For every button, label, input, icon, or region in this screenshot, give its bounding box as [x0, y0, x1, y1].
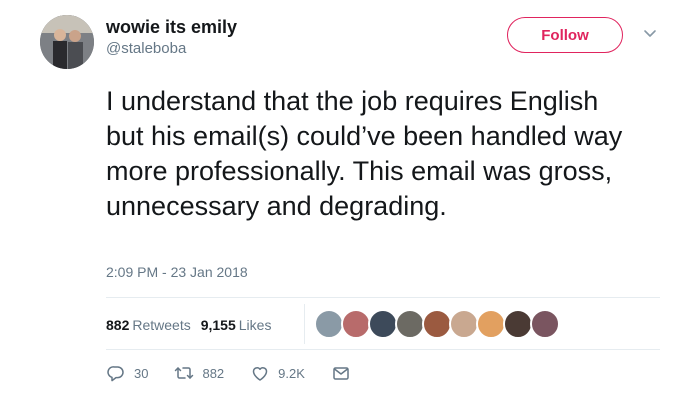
liker-avatar[interactable]	[341, 309, 371, 339]
liker-avatar[interactable]	[395, 309, 425, 339]
divider	[106, 297, 660, 298]
heart-icon	[252, 367, 268, 381]
stats-separator	[304, 304, 305, 344]
retweets-count: 882	[106, 317, 130, 333]
tweet-text: I understand that the job requires Engli…	[106, 86, 623, 221]
retweet-icon	[175, 367, 194, 379]
like-count: 9.2K	[278, 365, 305, 381]
chevron-down-icon[interactable]	[642, 28, 658, 40]
message-button[interactable]	[331, 363, 351, 383]
liker-avatar[interactable]	[449, 309, 479, 339]
liker-avatar[interactable]	[368, 309, 398, 339]
liker-avatars	[314, 309, 560, 339]
liker-avatar[interactable]	[530, 309, 560, 339]
retweets-label: Retweets	[132, 317, 191, 333]
likes-count: 9,155	[200, 317, 236, 333]
tweet-actions: 30 882 9.2K	[106, 363, 377, 383]
like-button[interactable]: 9.2K	[250, 363, 305, 383]
likes-stat[interactable]: 9,155 Likes	[201, 317, 272, 333]
retweets-stat[interactable]: 882 Retweets	[106, 317, 191, 333]
retweet-button[interactable]: 882	[174, 363, 224, 383]
avatar[interactable]	[40, 15, 94, 69]
display-name[interactable]: wowie its emily	[106, 17, 237, 38]
likes-label: Likes	[238, 317, 272, 333]
user-handle[interactable]: @staleboba	[106, 40, 186, 57]
liker-avatar[interactable]	[422, 309, 452, 339]
retweet-count: 882	[202, 365, 225, 381]
reply-icon	[107, 366, 124, 382]
liker-avatar[interactable]	[503, 309, 533, 339]
liker-avatar[interactable]	[314, 309, 344, 339]
tweet-timestamp[interactable]: 2:09 PM - 23 Jan 2018	[106, 264, 248, 280]
follow-button[interactable]: Follow	[507, 17, 623, 53]
divider	[106, 349, 660, 350]
envelope-icon	[333, 367, 349, 380]
reply-button[interactable]: 30	[106, 363, 148, 383]
reply-count: 30	[134, 365, 149, 381]
engagement-stats: 882 Retweets 9,155 Likes	[106, 308, 281, 342]
liker-avatar[interactable]	[476, 309, 506, 339]
